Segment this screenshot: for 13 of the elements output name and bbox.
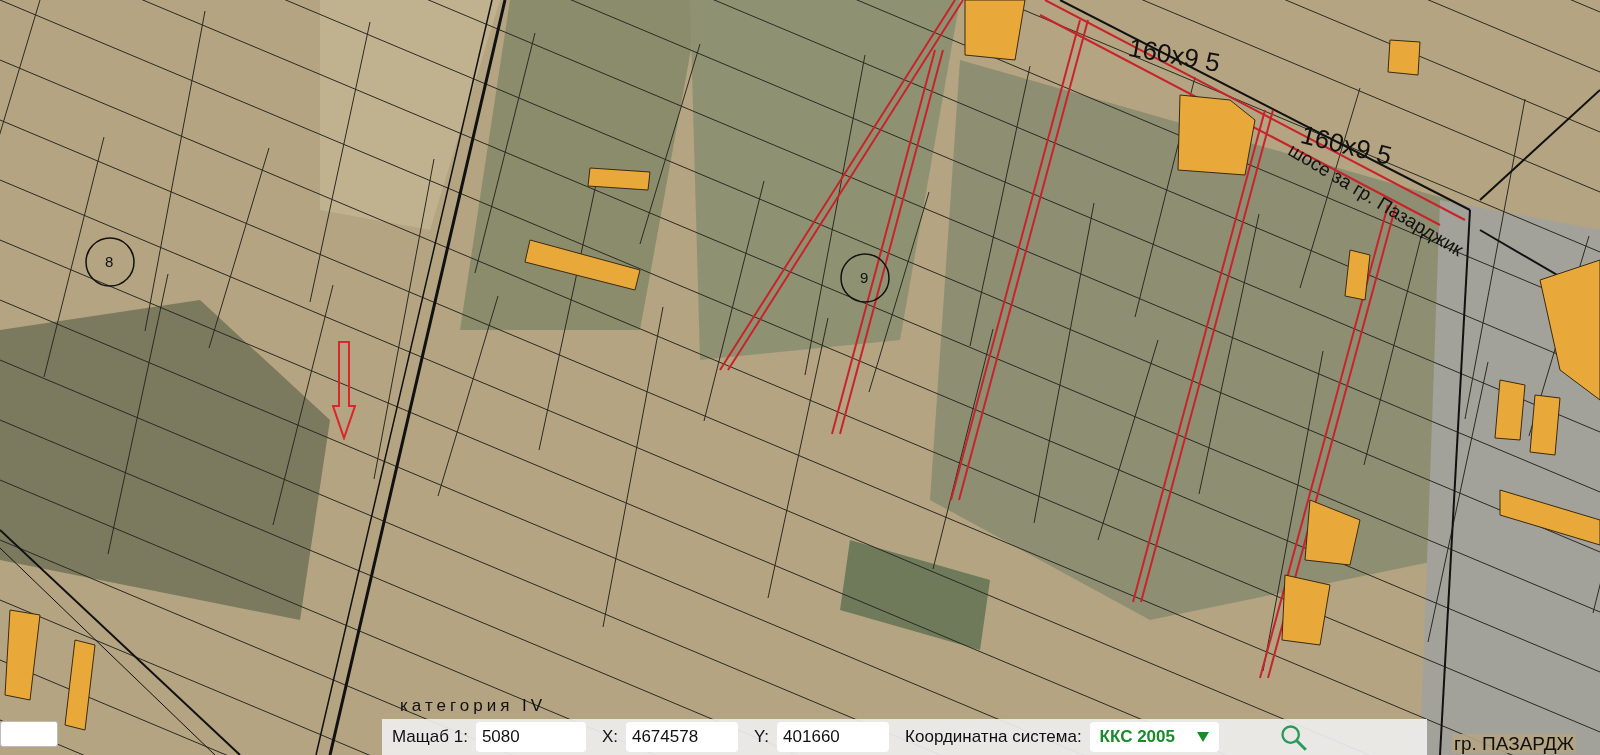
- parcel-number: 8: [105, 254, 114, 269]
- category-label: категория IV: [400, 697, 547, 714]
- scale-label: Мащаб 1:: [392, 727, 468, 747]
- coordinate-system-label: Координатна система:: [905, 727, 1082, 747]
- parcel-number: 9: [860, 270, 869, 285]
- x-field[interactable]: 4674578: [625, 722, 738, 752]
- town-label: гр. ПАЗАРДЖ: [1452, 734, 1577, 753]
- y-label: Y:: [753, 727, 770, 747]
- y-field[interactable]: 401660: [777, 722, 890, 752]
- x-label: X:: [601, 727, 618, 747]
- dimension-label: 160x9 5: [1126, 34, 1223, 76]
- coordinate-system-dropdown[interactable]: ККС 2005: [1089, 722, 1219, 752]
- scale-field[interactable]: 5080: [475, 722, 586, 752]
